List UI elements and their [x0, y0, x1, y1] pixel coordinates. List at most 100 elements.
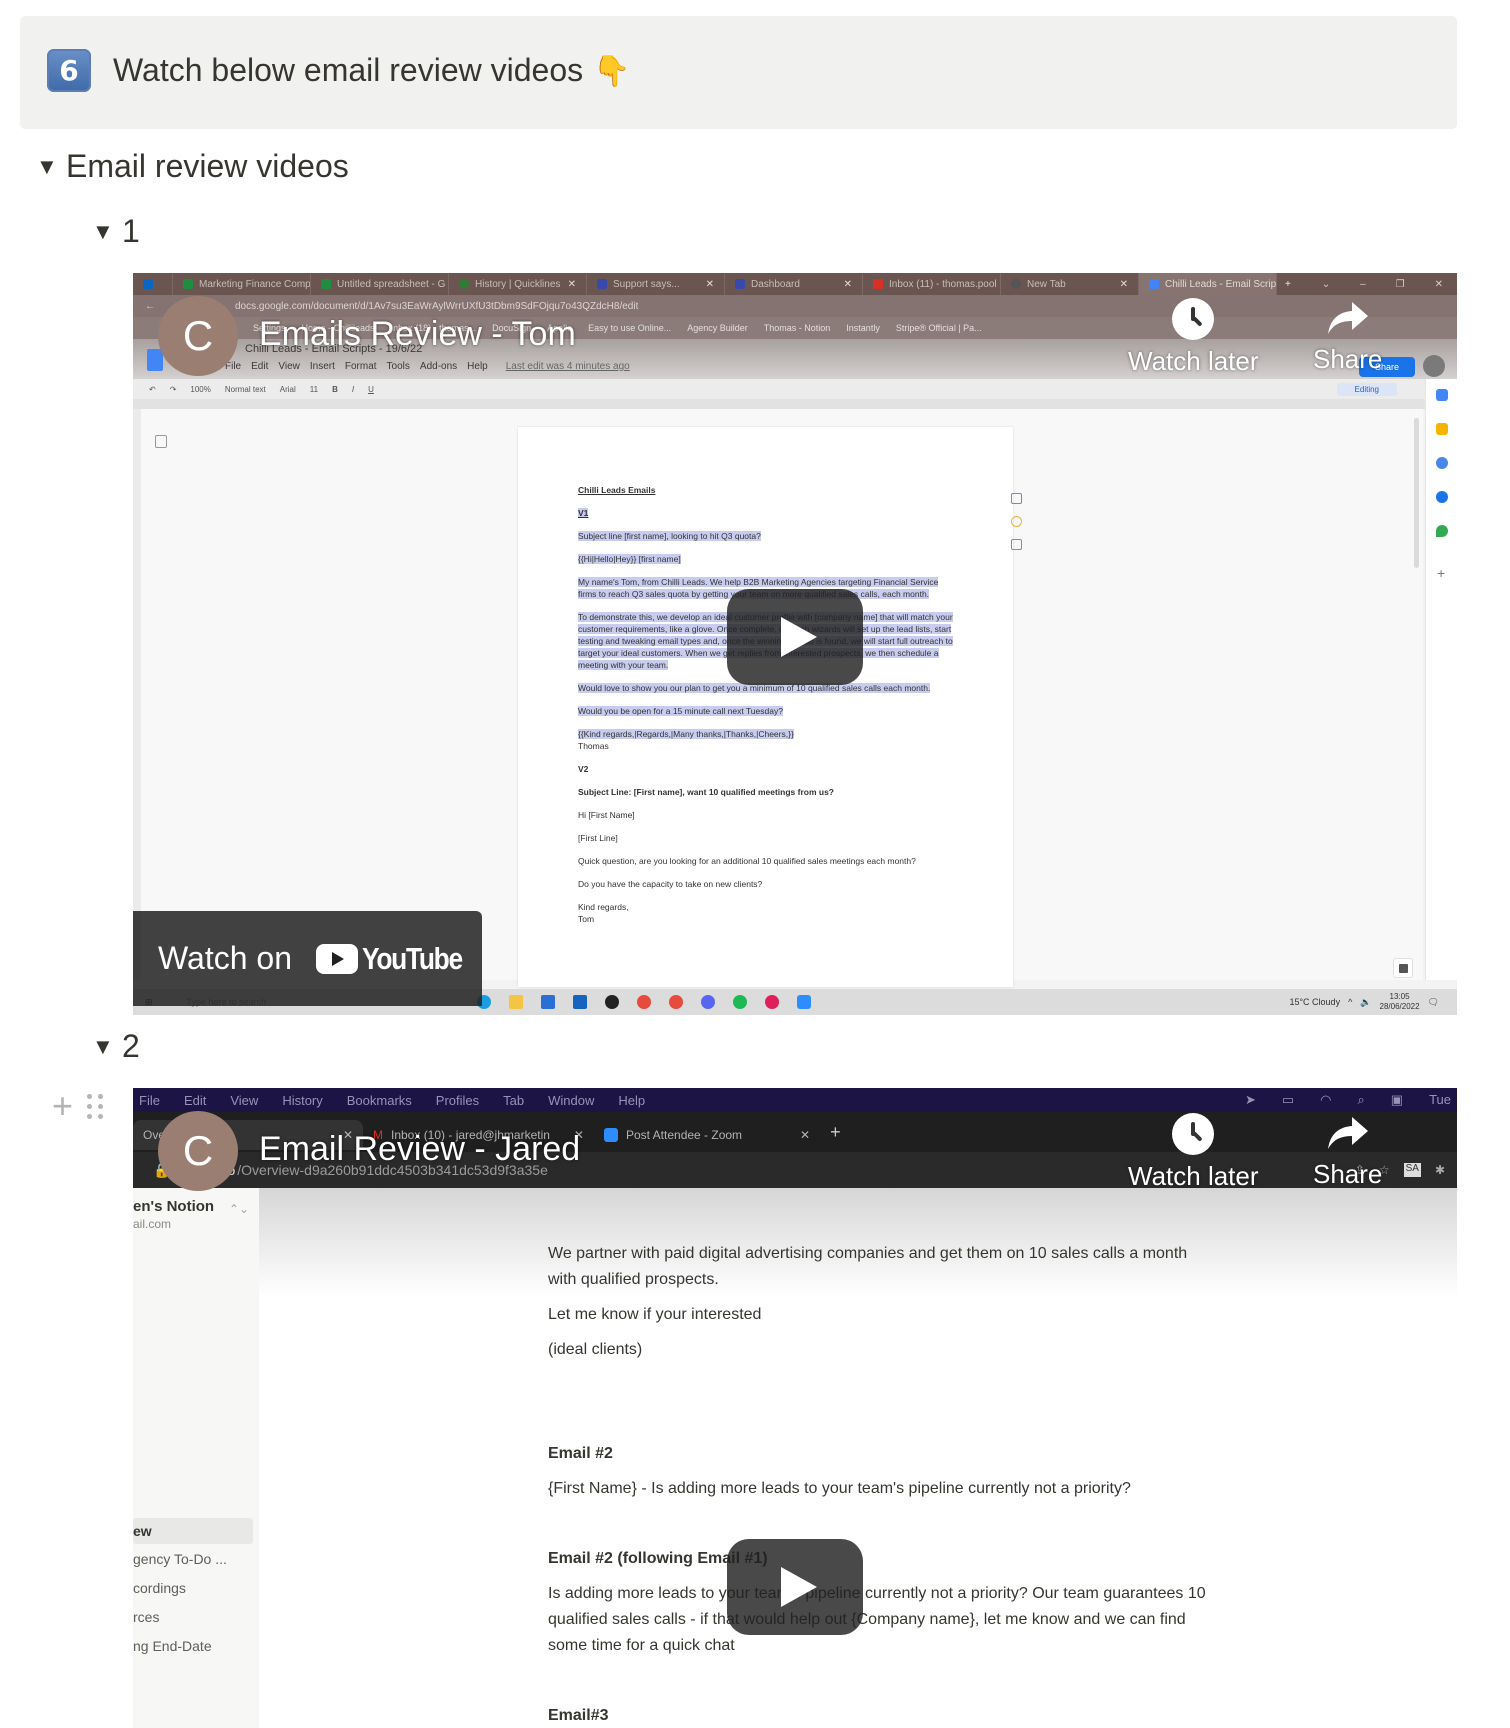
share-button[interactable]: Share [1313, 1113, 1382, 1190]
bold-icon: B [332, 384, 338, 394]
add-addon-icon: + [1437, 565, 1446, 581]
youtube-embed-video-1[interactable]: Marketing Finance Comp✕ Untitled spreads… [133, 273, 1457, 1015]
new-tab-icon: + [1285, 278, 1291, 290]
chrome-icon [1011, 279, 1021, 289]
doc-side-actions [1011, 493, 1023, 553]
content-text: qualified sales calls - if that would he… [548, 1611, 1186, 1628]
toggle-video-2: ▼ 2 [92, 1028, 140, 1065]
app-icon [735, 279, 745, 289]
chrome-icon [636, 995, 651, 1009]
search-icon: ⌕ [1357, 1092, 1365, 1107]
clock-icon [1172, 1113, 1215, 1155]
watch-later-label: Watch later [1128, 346, 1259, 376]
zoom-select: 100% [190, 384, 211, 394]
new-tab-icon: + [830, 1121, 841, 1142]
bookmark: Easy to use Online... [588, 323, 672, 333]
tab-label: Post Attendee - Zoom [625, 1128, 743, 1142]
toggle-label: 2 [122, 1028, 140, 1064]
watch-later-label: Watch later [1128, 1161, 1259, 1191]
toggle-video-1: ▼ 1 [92, 213, 140, 250]
toggle-label: 1 [122, 213, 140, 249]
toggle-triangle-icon[interactable]: ▼ [36, 154, 66, 180]
menu-item: Insert [309, 361, 335, 372]
tasks-icon [1436, 457, 1448, 469]
explorer-icon [508, 995, 523, 1009]
gmail-icon [873, 279, 883, 289]
volume-icon: 🔈 [1360, 996, 1372, 1007]
tray-chevron-icon: ^ [1348, 997, 1353, 1007]
content-text: Let me know if your interested [548, 1306, 762, 1323]
doc-text: Would you be open for a 15 minute call n… [578, 706, 783, 716]
share-arrow-icon [1327, 302, 1368, 334]
store-icon [540, 995, 555, 1009]
notifications-icon: 🗨 [1427, 996, 1439, 1007]
quicklines-icon [459, 279, 469, 289]
menu-item: Format [344, 361, 377, 372]
video-title[interactable]: Email Review - Jared [259, 1130, 580, 1169]
doc-text: {{Kind regards,|Regards,|Many thanks,|Th… [578, 729, 794, 739]
youtube-logo: YouTube [315, 940, 480, 977]
mail-icon [572, 995, 587, 1009]
channel-avatar[interactable]: C [158, 1111, 238, 1191]
taskbar-clock: 13:05 28/06/2022 [1380, 992, 1420, 1012]
suggest-edit-icon [1011, 539, 1022, 550]
play-button[interactable] [727, 589, 863, 685]
doc-body: Chilli Leads Emails V1 Subject line [fir… [578, 484, 958, 936]
font-size: 11 [309, 384, 319, 394]
channel-avatar[interactable]: C [158, 296, 238, 376]
workspace-email: ail.com [133, 1217, 172, 1231]
block-handles: + [52, 1088, 104, 1124]
doc-text: Hi [First Name] [578, 810, 635, 820]
style-select: Normal text [224, 384, 266, 394]
browser-tab: History | Quicklines ✕ [449, 273, 587, 295]
content-heading: Email #2 [548, 1445, 613, 1462]
url-text: docs.google.com/document/d/1Av7su3EaWrAy… [235, 300, 639, 312]
slack-icon [764, 995, 779, 1009]
content-text: {First Name} - Is adding more leads to y… [548, 1480, 1131, 1497]
clock-icon [1172, 298, 1215, 340]
restore-icon: ❐ [1395, 278, 1405, 290]
add-block-icon[interactable]: + [52, 1088, 73, 1124]
browser-tab: New Tab ✕ [1001, 273, 1139, 295]
last-edit-text: Last edit was 4 minutes ago [505, 361, 630, 372]
content-heading: Email#3 [548, 1707, 609, 1724]
clock-date: 28/06/2022 [1379, 1002, 1420, 1011]
underline-icon: U [368, 384, 374, 394]
app-icon [700, 995, 715, 1009]
sidebar-item: ng End-Date [133, 1633, 253, 1659]
app-icon [604, 995, 619, 1009]
watch-on-label: Watch on [158, 940, 292, 976]
youtube-wordmark: YouTube [361, 940, 463, 976]
share-button[interactable]: Share [1313, 298, 1382, 375]
browser-tab: Support says... ✕ [587, 273, 725, 295]
content-text: We partner with paid digital advertising… [548, 1245, 1188, 1262]
side-panel: + [1425, 379, 1457, 980]
watch-later-button[interactable]: Watch later [1128, 298, 1259, 377]
share-arrow-icon [1327, 1117, 1368, 1149]
notion-sidebar: en's Notion ail.com ⌃⌄ ew gency To-Do ..… [133, 1188, 259, 1728]
extension-badge: SA [1403, 1163, 1421, 1177]
browser-tab: Post Attendee - Zoom ✕ [594, 1120, 820, 1150]
sheets-icon [321, 279, 331, 289]
youtube-embed-video-2[interactable]: File Edit View History Bookmarks Profile… [133, 1088, 1457, 1728]
location-icon: ➤ [1244, 1092, 1256, 1107]
taskbar-apps [476, 995, 811, 1009]
toggle-triangle-icon[interactable]: ▼ [92, 1034, 122, 1060]
video-title[interactable]: Emails Review - Tom [259, 315, 576, 354]
watch-later-button[interactable]: Watch later [1128, 1113, 1259, 1192]
bookmark: Stripe® Official | Pa... [895, 323, 982, 333]
spotify-icon [732, 995, 747, 1009]
workspace-name: en's Notion [133, 1198, 215, 1215]
play-button[interactable] [727, 1539, 863, 1635]
toggle-triangle-icon[interactable]: ▼ [92, 219, 122, 245]
menu-item: History [282, 1092, 323, 1108]
doc-text: V1 [578, 508, 589, 518]
callout-block: 6 Watch below email review videos 👇 [20, 16, 1457, 129]
watch-on-youtube-button[interactable]: Watch on YouTube [133, 911, 482, 1006]
linkedin-icon [143, 279, 153, 289]
app-icon [597, 279, 607, 289]
keep-icon [1436, 423, 1448, 435]
drag-handle-icon[interactable] [87, 1093, 104, 1119]
browser-tab: Untitled spreadsheet - G✕ [311, 273, 449, 295]
sidebar-item-label: ng End-Date [133, 1638, 212, 1654]
